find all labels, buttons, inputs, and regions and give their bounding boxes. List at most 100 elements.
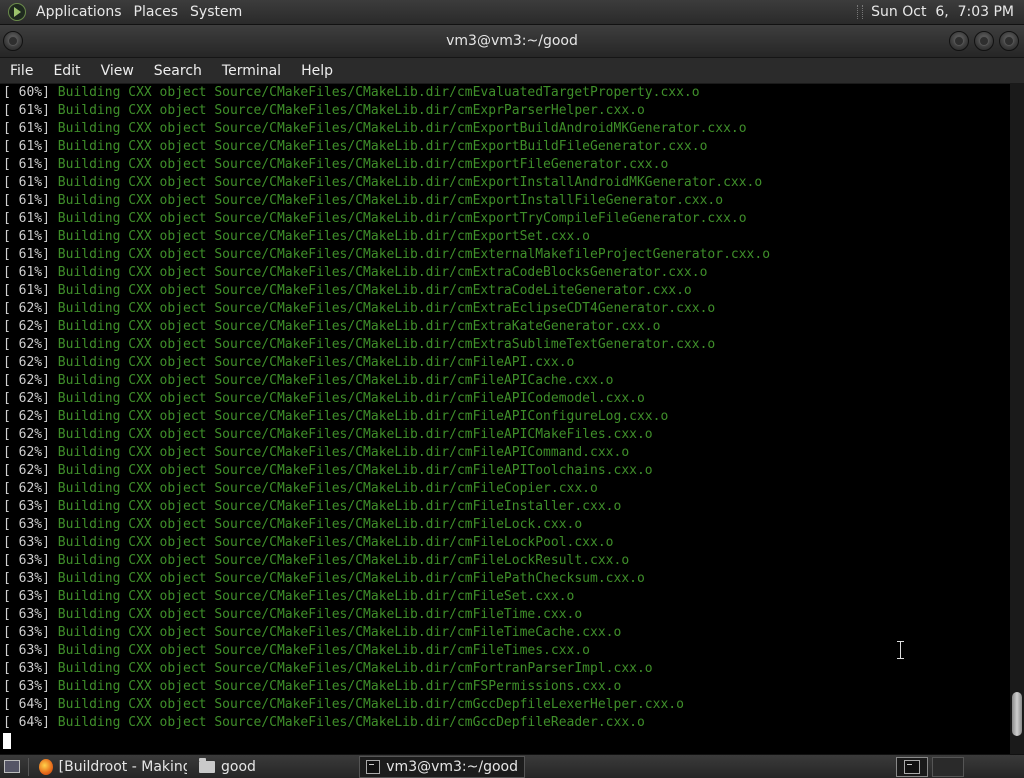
build-message: Building CXX object Source/CMakeFiles/CM… [57,571,645,586]
folder-icon [199,757,215,773]
menu-search[interactable]: Search [144,58,212,84]
terminal-line: [ 61%] Building CXX object Source/CMakeF… [0,138,1010,156]
progress-percent: [ 60%] [3,85,50,100]
progress-percent: [ 61%] [3,265,50,280]
terminal-line: [ 63%] Building CXX object Source/CMakeF… [0,498,1010,516]
clock-area: Sun Oct 6, 7:03 PM [857,4,1024,20]
terminal-line: [ 63%] Building CXX object Source/CMakeF… [0,534,1010,552]
build-message: Building CXX object Source/CMakeFiles/CM… [57,553,630,568]
progress-percent: [ 62%] [3,391,50,406]
progress-percent: [ 61%] [3,229,50,244]
terminal-line: [ 62%] Building CXX object Source/CMakeF… [0,408,1010,426]
top-panel: Applications Places System Sun Oct 6, 7:… [0,0,1024,25]
terminal-line: [ 62%] Building CXX object Source/CMakeF… [0,462,1010,480]
text-cursor [3,732,11,749]
terminal-line: [ 62%] Building CXX object Source/CMakeF… [0,372,1010,390]
system-menu[interactable]: System [184,0,248,25]
terminal-line: [ 63%] Building CXX object Source/CMakeF… [0,588,1010,606]
terminal-line: [ 62%] Building CXX object Source/CMakeF… [0,336,1010,354]
terminal-lines: [ 60%] Building CXX object Source/CMakeF… [0,84,1010,732]
progress-percent: [ 61%] [3,283,50,298]
terminal-line: [ 61%] Building CXX object Source/CMakeF… [0,246,1010,264]
terminal-line: [ 60%] Building CXX object Source/CMakeF… [0,84,1010,102]
terminal-line: [ 61%] Building CXX object Source/CMakeF… [0,210,1010,228]
menu-help[interactable]: Help [291,58,343,84]
terminal-line: [ 63%] Building CXX object Source/CMakeF… [0,678,1010,696]
menu-terminal[interactable]: Terminal [212,58,291,84]
progress-percent: [ 62%] [3,355,50,370]
build-message: Building CXX object Source/CMakeFiles/CM… [57,697,684,712]
workspace-2[interactable] [932,757,964,777]
build-message: Building CXX object Source/CMakeFiles/CM… [57,319,661,334]
terminal-line: [ 62%] Building CXX object Source/CMakeF… [0,480,1010,498]
build-message: Building CXX object Source/CMakeFiles/CM… [57,679,622,694]
terminal-line: [ 61%] Building CXX object Source/CMakeF… [0,174,1010,192]
scrollbar-thumb[interactable] [1012,692,1022,736]
taskbar-item-browser[interactable]: [Buildroot - Making ... [33,756,193,778]
menu-edit[interactable]: Edit [43,58,90,84]
applications-logo-icon[interactable] [8,3,26,21]
progress-percent: [ 63%] [3,571,50,586]
build-message: Building CXX object Source/CMakeFiles/CM… [57,625,622,640]
progress-percent: [ 62%] [3,481,50,496]
mouse-ibeam-cursor-icon [896,641,905,659]
applications-menu[interactable]: Applications [30,0,128,25]
terminal-line: [ 63%] Building CXX object Source/CMakeF… [0,660,1010,678]
build-message: Building CXX object Source/CMakeFiles/CM… [57,211,747,226]
menu-view[interactable]: View [91,58,144,84]
taskbar-item-label: [Buildroot - Making ... [58,758,187,775]
taskbar-item-label: vm3@vm3:~/good [386,758,518,775]
menu-file[interactable]: File [0,58,43,84]
build-message: Building CXX object Source/CMakeFiles/CM… [57,607,583,622]
window-titlebar[interactable]: vm3@vm3:~/good [0,25,1024,58]
build-message: Building CXX object Source/CMakeFiles/CM… [57,517,583,532]
terminal-line: [ 61%] Building CXX object Source/CMakeF… [0,264,1010,282]
progress-percent: [ 63%] [3,625,50,640]
menubar: File Edit View Search Terminal Help [0,58,1024,84]
build-message: Building CXX object Source/CMakeFiles/CM… [57,499,622,514]
build-message: Building CXX object Source/CMakeFiles/CM… [57,247,771,262]
build-message: Building CXX object Source/CMakeFiles/CM… [57,373,614,388]
terminal-line: [ 63%] Building CXX object Source/CMakeF… [0,552,1010,570]
workspace-1[interactable] [896,757,928,777]
terminal-line: [ 62%] Building CXX object Source/CMakeF… [0,354,1010,372]
progress-percent: [ 61%] [3,139,50,154]
build-message: Building CXX object Source/CMakeFiles/CM… [57,139,708,154]
taskbar-item-terminal[interactable]: vm3@vm3:~/good [359,755,525,778]
maximize-button[interactable] [974,31,994,51]
close-button[interactable] [999,31,1019,51]
build-message: Building CXX object Source/CMakeFiles/CM… [57,643,591,658]
build-message: Building CXX object Source/CMakeFiles/CM… [57,121,747,136]
scrollbar[interactable] [1010,84,1024,754]
taskbar-item-label: good [221,758,256,775]
bottom-taskbar: [Buildroot - Making ... good vm3@vm3:~/g… [0,754,1024,778]
terminal-line: [ 62%] Building CXX object Source/CMakeF… [0,426,1010,444]
progress-percent: [ 62%] [3,301,50,316]
build-message: Building CXX object Source/CMakeFiles/CM… [57,463,653,478]
terminal-line: [ 61%] Building CXX object Source/CMakeF… [0,156,1010,174]
minimize-button[interactable] [949,31,969,51]
progress-percent: [ 61%] [3,193,50,208]
progress-percent: [ 61%] [3,103,50,118]
progress-percent: [ 63%] [3,661,50,676]
terminal-line: [ 61%] Building CXX object Source/CMakeF… [0,282,1010,300]
places-menu[interactable]: Places [128,0,185,25]
terminal-output[interactable]: [ 60%] Building CXX object Source/CMakeF… [0,84,1010,754]
terminal-line: [ 62%] Building CXX object Source/CMakeF… [0,318,1010,336]
window-title: vm3@vm3:~/good [446,33,578,49]
build-message: Building CXX object Source/CMakeFiles/CM… [57,409,669,424]
build-message: Building CXX object Source/CMakeFiles/CM… [57,193,724,208]
taskbar-item-folder[interactable]: good [193,756,359,778]
build-message: Building CXX object Source/CMakeFiles/CM… [57,85,700,100]
build-message: Building CXX object Source/CMakeFiles/CM… [57,103,645,118]
clock[interactable]: Sun Oct 6, 7:03 PM [871,4,1014,20]
progress-percent: [ 63%] [3,517,50,532]
terminal-icon [904,760,920,774]
progress-percent: [ 61%] [3,157,50,172]
terminal-line: [ 63%] Building CXX object Source/CMakeF… [0,606,1010,624]
progress-percent: [ 63%] [3,499,50,514]
build-message: Building CXX object Source/CMakeFiles/CM… [57,481,598,496]
show-desktop-icon[interactable] [4,760,20,773]
build-message: Building CXX object Source/CMakeFiles/CM… [57,175,763,190]
firefox-icon [39,758,53,775]
